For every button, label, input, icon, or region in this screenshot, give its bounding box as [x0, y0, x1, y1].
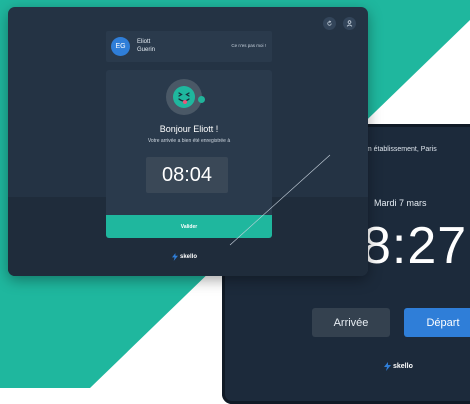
connector-line — [229, 154, 331, 246]
